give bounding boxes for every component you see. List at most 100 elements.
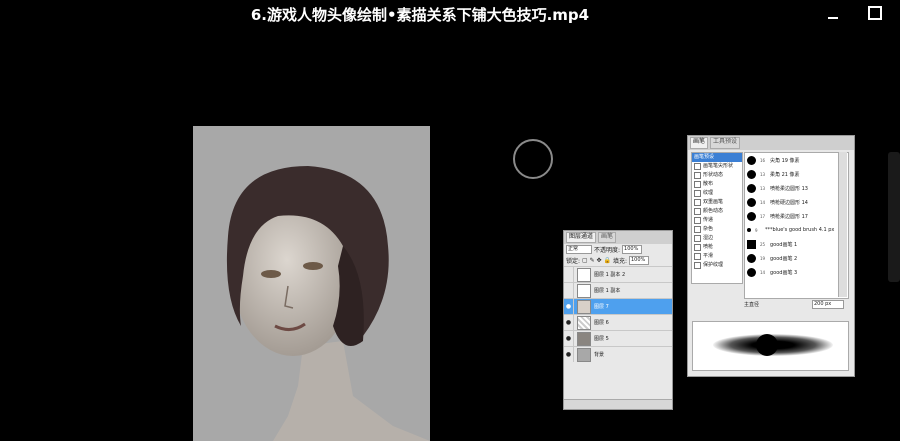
checkbox[interactable] <box>694 253 701 260</box>
brush-name: good画笔 3 <box>770 269 798 276</box>
brush-name: 喷枪硬边圆形 14 <box>770 199 808 206</box>
brush-list-scrollbar[interactable] <box>838 152 847 297</box>
eye-icon[interactable]: ● <box>564 347 574 362</box>
layer-row[interactable]: 图层 1 副本 2 <box>564 266 672 282</box>
brush-preset-item[interactable]: 9 ***blue's good brush 4.1 px <box>745 223 848 237</box>
player-side-scrollbar[interactable] <box>888 152 900 282</box>
fill-input[interactable]: 100% <box>628 256 649 265</box>
layers-panel-toolbar[interactable] <box>564 399 672 409</box>
brush-setting-item[interactable]: 纹理 <box>692 189 742 198</box>
visibility-toggle[interactable] <box>564 267 574 282</box>
brush-name: ***blue's good brush 4.1 px <box>765 227 835 233</box>
brush-setting-item[interactable]: 形状动态 <box>692 171 742 180</box>
tab-tool-presets[interactable]: 工具预设 <box>710 137 741 149</box>
brush-preset-item[interactable]: 19 good画笔 2 <box>745 251 848 265</box>
brush-setting-item[interactable]: 散布 <box>692 180 742 189</box>
brush-size: 14 <box>760 269 766 275</box>
brush-tip-icon <box>747 239 756 249</box>
brush-size-row: 主直径 200 px <box>744 299 844 309</box>
brush-panel-tabs: 画笔 工具预设 <box>688 136 854 150</box>
checkbox[interactable] <box>694 172 701 179</box>
brush-preset-list[interactable]: 16 尖角 19 像素 13 柔角 21 像素 13 喷枪柔边圆形 13 14 喷枪硬边… <box>744 152 849 299</box>
layer-row[interactable]: ● 图层 6 <box>564 314 672 330</box>
lock-icons[interactable]: ▢ ✎ ✥ 🔒 <box>582 257 611 264</box>
layers-panel[interactable]: 图层通道 画笔 正常 不透明度: 100% 锁定: ▢ ✎ ✥ 🔒 填充: 10… <box>563 230 673 410</box>
brush-settings-list[interactable]: 画笔预设 画笔笔尖形状 形状动态 散布 纹理 双重画笔 颜色动态 传递 杂色 湿… <box>691 152 743 284</box>
brush-setting-item[interactable]: 颜色动态 <box>692 207 742 216</box>
brush-setting-item[interactable]: 保护纹理 <box>692 261 742 270</box>
brush-preset-item[interactable]: 14 喷枪硬边圆形 14 <box>745 195 848 209</box>
brush-preset-item[interactable]: 25 good画笔 1 <box>745 237 848 251</box>
layer-thumbnail <box>577 299 591 314</box>
checkbox[interactable] <box>694 208 701 215</box>
layer-thumbnail <box>577 283 591 298</box>
brush-setting-item[interactable]: 杂色 <box>692 225 742 234</box>
layer-row-selected[interactable]: ● 图层 7 <box>564 298 672 314</box>
brush-size: 14 <box>760 199 766 205</box>
brush-preset-item[interactable]: 16 尖角 19 像素 <box>745 153 848 167</box>
eye-icon[interactable]: ● <box>564 315 574 330</box>
blend-row: 正常 不透明度: 100% <box>564 244 672 255</box>
brush-setting-label: 喷枪 <box>703 244 714 250</box>
brush-tip-icon <box>747 197 756 207</box>
minimize-icon[interactable] <box>826 6 840 20</box>
portrait-painting <box>193 126 430 441</box>
brush-panel[interactable]: 画笔 工具预设 画笔预设 画笔笔尖形状 形状动态 散布 纹理 双重画笔 颜色动态… <box>687 135 855 377</box>
brush-setting-label: 纹理 <box>703 190 714 196</box>
layer-row[interactable]: ● 背景 <box>564 346 672 362</box>
layer-name: 图层 7 <box>594 304 609 310</box>
brush-setting-item[interactable]: 画笔预设 <box>692 153 742 162</box>
brush-size: 17 <box>760 213 766 219</box>
layer-row[interactable]: ● 图层 5 <box>564 330 672 346</box>
brush-preset-item[interactable]: 13 喷枪柔边圆形 13 <box>745 181 848 195</box>
brush-setting-label: 双重画笔 <box>703 199 724 205</box>
brush-size: 13 <box>760 171 766 177</box>
checkbox[interactable] <box>694 217 701 224</box>
layer-name: 背景 <box>594 352 605 358</box>
brush-tip-icon <box>747 267 756 277</box>
checkbox[interactable] <box>694 244 701 251</box>
brush-size-label: 主直径 <box>744 301 760 308</box>
brush-preset-item[interactable]: 17 喷枪柔边圆形 17 <box>745 209 848 223</box>
brush-setting-label: 杂色 <box>703 226 714 232</box>
painting-canvas[interactable] <box>193 126 430 441</box>
tab-brush[interactable]: 画笔 <box>690 137 709 149</box>
layers-panel-tabs: 图层通道 画笔 <box>564 231 672 244</box>
checkbox[interactable] <box>694 163 701 170</box>
eye-icon[interactable]: ● <box>564 331 574 346</box>
brush-name: 喷枪柔边圆形 17 <box>770 213 808 220</box>
eye-icon[interactable]: ● <box>564 299 574 314</box>
layer-thumbnail <box>577 267 591 282</box>
tab-brush[interactable]: 画笔 <box>598 232 617 243</box>
maximize-icon[interactable] <box>868 6 882 20</box>
brush-setting-label: 湿边 <box>703 235 714 241</box>
brush-setting-item[interactable]: 画笔笔尖形状 <box>692 162 742 171</box>
brush-tip-icon <box>747 211 756 221</box>
brush-tip-icon <box>747 228 751 232</box>
checkbox[interactable] <box>694 181 701 188</box>
brush-size: 25 <box>760 241 766 247</box>
checkbox[interactable] <box>694 226 701 233</box>
checkbox[interactable] <box>694 262 701 269</box>
brush-setting-item[interactable]: 湿边 <box>692 234 742 243</box>
blend-mode-select[interactable]: 正常 <box>566 245 592 254</box>
layer-row[interactable]: 图层 1 副本 <box>564 282 672 298</box>
brush-size: 19 <box>760 255 766 261</box>
brush-preset-item[interactable]: 14 good画笔 3 <box>745 265 848 279</box>
brush-setting-item[interactable]: 平滑 <box>692 252 742 261</box>
brush-size-input[interactable]: 200 px <box>812 299 844 309</box>
brush-setting-item[interactable]: 双重画笔 <box>692 198 742 207</box>
brush-tip-icon <box>747 183 756 193</box>
checkbox[interactable] <box>694 235 701 242</box>
checkbox[interactable] <box>694 199 701 206</box>
brush-tip-icon <box>747 155 756 165</box>
tab-layers[interactable]: 图层通道 <box>566 232 597 243</box>
opacity-input[interactable]: 100% <box>622 245 643 254</box>
brush-setting-item[interactable]: 传递 <box>692 216 742 225</box>
brush-setting-item[interactable]: 喷枪 <box>692 243 742 252</box>
visibility-toggle[interactable] <box>564 283 574 298</box>
brush-cursor <box>513 139 553 179</box>
brush-preset-item[interactable]: 13 柔角 21 像素 <box>745 167 848 181</box>
brush-name: 柔角 21 像素 <box>770 171 800 178</box>
checkbox[interactable] <box>694 190 701 197</box>
